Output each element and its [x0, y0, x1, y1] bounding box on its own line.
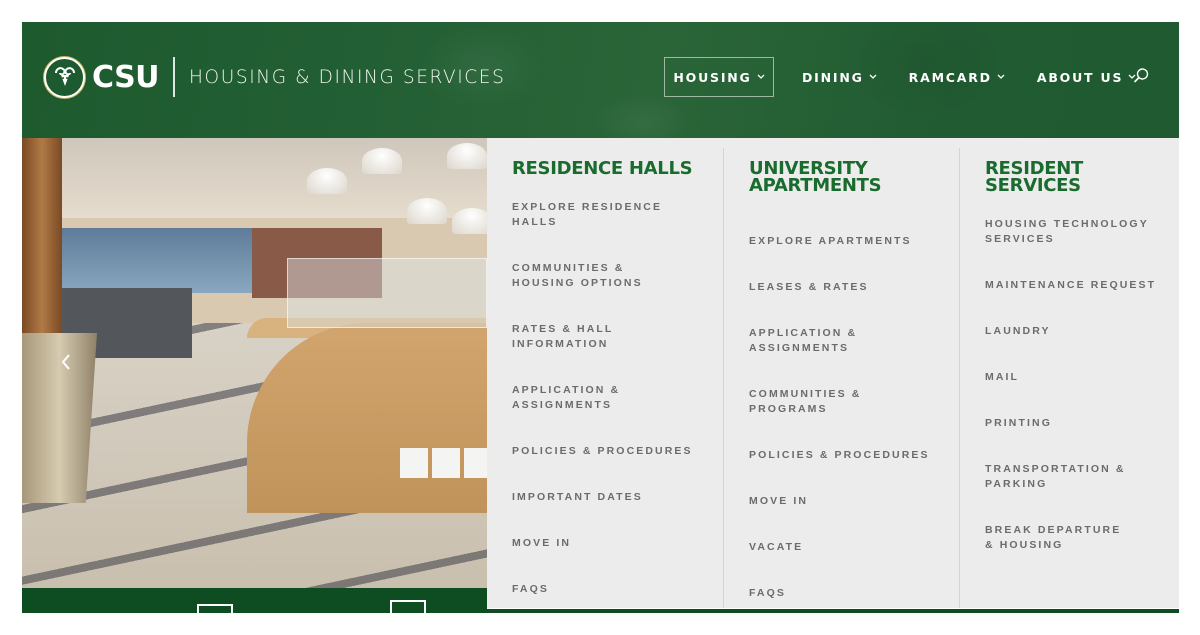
menu-link[interactable]: LEASES & RATES	[749, 280, 939, 295]
chevron-left-icon[interactable]	[60, 353, 78, 377]
nav-item-dining[interactable]: DINING	[790, 57, 889, 97]
nav-label: DINING	[802, 69, 864, 85]
menu-link[interactable]: POLICIES & PROCEDURES	[512, 444, 702, 459]
column-title: RESIDENCE HALLS	[512, 158, 693, 179]
menu-link[interactable]: VACATE	[749, 540, 939, 555]
site-logo[interactable]: CSU HOUSING & DINING SERVICES	[44, 55, 505, 99]
menu-link[interactable]: APPLICATION & ASSIGNMENTS	[749, 326, 859, 356]
menu-link[interactable]: TRANSPORTATION & PARKING	[985, 462, 1135, 492]
menu-link[interactable]: COMMUNITIES & PROGRAMS	[749, 387, 939, 417]
hero-sneeze-guard	[287, 258, 487, 328]
link-list: EXPLORE RESIDENCE HALLS COMMUNITIES & HO…	[512, 200, 723, 597]
nav-item-about-us[interactable]: ABOUT US	[1025, 57, 1148, 97]
hero-image	[22, 138, 488, 588]
logo-text: CSU	[92, 59, 160, 95]
search-icon[interactable]	[1132, 67, 1152, 87]
menu-link[interactable]: RATES & HALL INFORMATION	[512, 322, 622, 352]
logo-divider	[173, 57, 176, 97]
menu-link[interactable]: FAQS	[512, 582, 702, 597]
menu-link[interactable]: MOVE IN	[512, 536, 702, 551]
menu-link[interactable]: EXPLORE APARTMENTS	[749, 234, 939, 249]
id-card-icon[interactable]	[197, 604, 233, 613]
menu-link[interactable]: APPLICATION & ASSIGNMENTS	[512, 383, 622, 413]
menu-column-university-apartments: UNIVERSITY APARTMENTS EXPLORE APARTMENTS…	[723, 148, 959, 608]
menu-link[interactable]: MAIL	[985, 370, 1175, 385]
menu-link[interactable]: PRINTING	[985, 416, 1175, 431]
menu-link[interactable]: COMMUNITIES & HOUSING OPTIONS	[512, 261, 692, 291]
nav-item-ramcard[interactable]: RAMCARD	[897, 57, 1017, 97]
menu-link[interactable]: IMPORTANT DATES	[512, 490, 702, 505]
nav-item-housing[interactable]: HOUSING	[664, 57, 774, 97]
lamp	[452, 208, 488, 234]
menu-link[interactable]: FAQS	[749, 586, 939, 601]
column-title: RESIDENT SERVICES	[985, 158, 1083, 196]
hero-plates	[400, 448, 488, 478]
menu-link[interactable]: EXPLORE RESIDENCE HALLS	[512, 200, 702, 230]
menu-column-residence-halls: RESIDENCE HALLS EXPLORE RESIDENCE HALLS …	[487, 148, 723, 608]
site-header: CSU HOUSING & DINING SERVICES HOUSING DI…	[22, 22, 1179, 138]
ram-logo-icon	[44, 56, 85, 98]
lamp	[362, 148, 402, 174]
menu-link[interactable]: BREAK DEPARTURE & HOUSING	[985, 523, 1135, 553]
link-list: HOUSING TECHNOLOGY SERVICES MAINTENANCE …	[985, 217, 1179, 553]
chevron-down-icon	[997, 74, 1005, 80]
chevron-down-icon	[757, 74, 765, 80]
menu-column-resident-services: RESIDENT SERVICES HOUSING TECHNOLOGY SER…	[959, 148, 1179, 608]
menu-link[interactable]: POLICIES & PROCEDURES	[749, 448, 939, 463]
link-list: EXPLORE APARTMENTS LEASES & RATES APPLIC…	[749, 234, 959, 601]
lamp	[447, 143, 487, 169]
page-frame: CSU HOUSING & DINING SERVICES HOUSING DI…	[22, 22, 1179, 613]
lamp	[407, 198, 447, 224]
department-name: HOUSING & DINING SERVICES	[189, 66, 506, 88]
menu-link[interactable]: HOUSING TECHNOLOGY SERVICES	[985, 217, 1155, 247]
stripe-icon[interactable]	[390, 600, 426, 613]
nav-label: HOUSING	[673, 69, 752, 85]
main-nav: HOUSING DINING RAMCARD ABOUT US	[664, 57, 1156, 97]
housing-mega-menu: RESIDENCE HALLS EXPLORE RESIDENCE HALLS …	[487, 138, 1179, 608]
chevron-down-icon	[869, 74, 877, 80]
menu-link[interactable]: LAUNDRY	[985, 324, 1175, 339]
lamp	[307, 168, 347, 194]
nav-label: ABOUT US	[1036, 69, 1124, 85]
menu-link[interactable]: MAINTENANCE REQUEST	[985, 278, 1175, 293]
nav-label: RAMCARD	[908, 69, 992, 85]
column-title: UNIVERSITY APARTMENTS	[749, 158, 882, 196]
menu-link[interactable]: MOVE IN	[749, 494, 939, 509]
